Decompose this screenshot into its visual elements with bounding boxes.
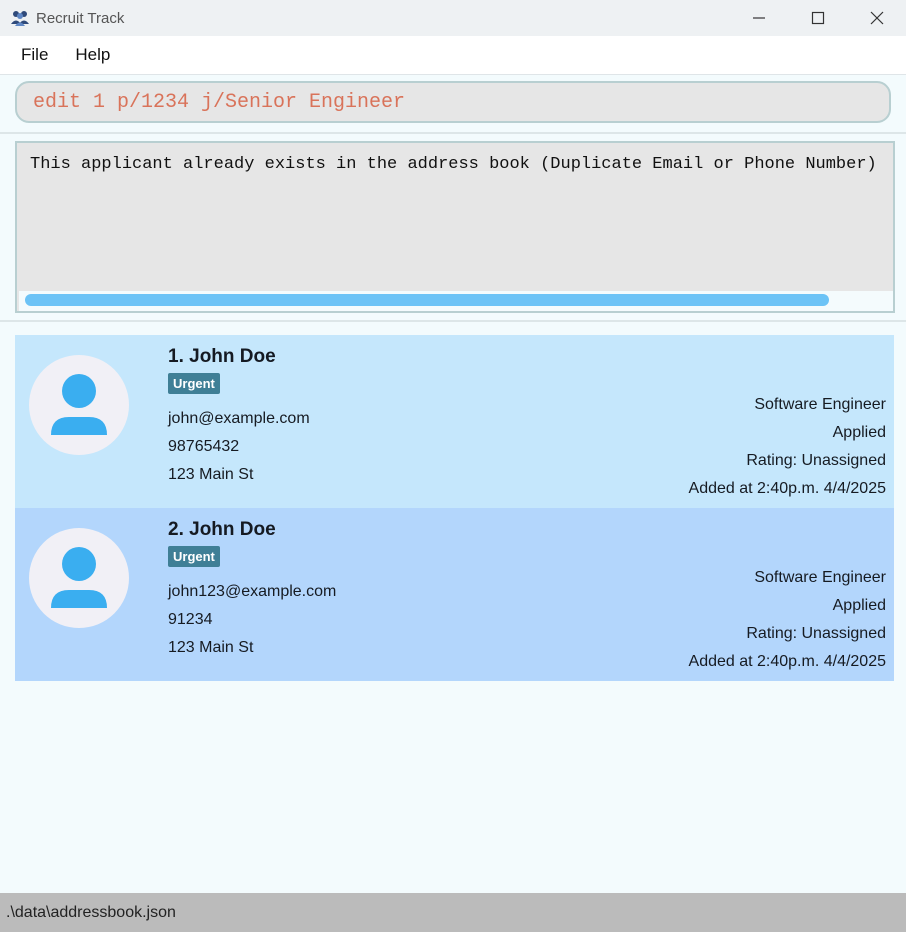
avatar [29, 528, 129, 628]
save-location-path: .\data\addressbook.json [6, 903, 176, 921]
menu-file[interactable]: File [11, 45, 58, 65]
people-group-icon [10, 8, 30, 28]
maximize-button[interactable] [788, 0, 847, 36]
applicant-rating: Rating: Unassigned [746, 452, 886, 469]
tag-badge: Urgent [168, 373, 220, 394]
horizontal-scrollbar[interactable] [19, 291, 893, 311]
window-title: Recruit Track [36, 9, 125, 27]
result-display[interactable]: This applicant already exists in the add… [15, 141, 895, 313]
divider [0, 132, 906, 134]
scrollbar-thumb[interactable] [25, 294, 829, 306]
title-bar: Recruit Track [0, 0, 906, 36]
maximize-icon [811, 11, 824, 25]
applicant-card[interactable]: 2. John Doe Urgent john123@example.com 9… [15, 508, 894, 681]
applicant-list: 1. John Doe Urgent john@example.com 9876… [15, 335, 894, 681]
applicant-rating: Rating: Unassigned [746, 625, 886, 642]
close-icon [870, 11, 883, 25]
minimize-icon [752, 17, 765, 19]
applicant-address: 123 Main St [168, 466, 254, 483]
applicant-job: Software Engineer [754, 569, 886, 586]
status-bar: .\data\addressbook.json [0, 893, 906, 932]
person-icon [51, 547, 107, 608]
applicant-added-time: Added at 2:40p.m. 4/4/2025 [688, 480, 886, 497]
avatar [29, 355, 129, 455]
result-message: This applicant already exists in the add… [30, 155, 877, 174]
applicant-email: john123@example.com [168, 583, 337, 600]
applicant-address: 123 Main St [168, 639, 254, 656]
applicant-job: Software Engineer [754, 396, 886, 413]
menu-help[interactable]: Help [65, 45, 120, 65]
minimize-button[interactable] [729, 0, 788, 36]
tag-badge: Urgent [168, 546, 220, 567]
applicant-added-time: Added at 2:40p.m. 4/4/2025 [688, 653, 886, 670]
applicant-email: john@example.com [168, 410, 310, 427]
applicant-name: 2. John Doe [168, 519, 276, 540]
applicant-phone: 98765432 [168, 438, 240, 455]
applicant-card[interactable]: 1. John Doe Urgent john@example.com 9876… [15, 335, 894, 508]
person-icon [51, 374, 107, 435]
close-button[interactable] [847, 0, 906, 36]
command-input[interactable] [31, 89, 875, 115]
applicant-status: Applied [832, 424, 886, 441]
divider [0, 320, 906, 322]
command-box [15, 81, 891, 123]
applicant-name: 1. John Doe [168, 346, 276, 367]
applicant-phone: 91234 [168, 611, 213, 628]
applicant-status: Applied [832, 597, 886, 614]
menu-bar: File Help [0, 36, 906, 75]
